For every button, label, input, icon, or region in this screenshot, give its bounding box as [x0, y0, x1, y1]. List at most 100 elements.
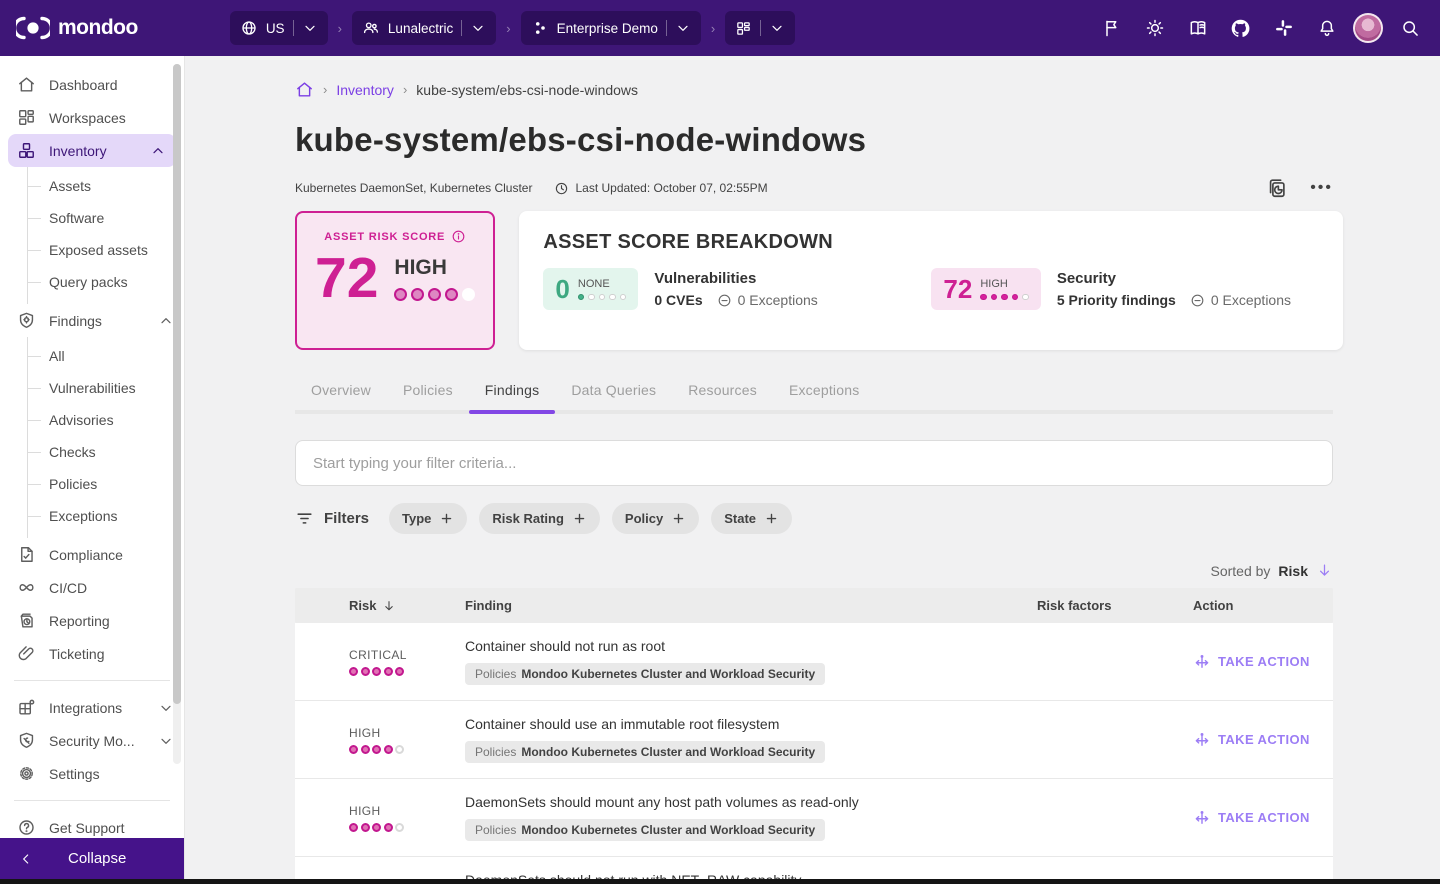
finding-row[interactable]: HIGHDaemonSets should not run with NET_R…	[295, 857, 1333, 879]
bell-icon	[1317, 18, 1337, 38]
user-avatar[interactable]	[1353, 13, 1383, 43]
search-icon	[1400, 18, 1420, 38]
finding-row[interactable]: HIGH Container should use an immutable ro…	[295, 701, 1333, 779]
sidebar-collapse-button[interactable]: Collapse	[0, 838, 184, 879]
take-action-label: TAKE ACTION	[1218, 732, 1310, 747]
policy-chip-name: Mondoo Kubernetes Cluster and Workload S…	[521, 823, 816, 837]
sidebar-item-inventory[interactable]: Inventory	[8, 134, 176, 167]
breakdown-item-vulnerabilities: 0 NONE Vulnerabilities 0 CVEs 0 Exceptions	[543, 268, 931, 310]
risk-dots	[980, 293, 1029, 301]
take-action-button[interactable]: TAKE ACTION	[1193, 809, 1333, 827]
sidebar-item-integrations[interactable]: Integrations	[0, 691, 184, 724]
navbar-actions	[1095, 12, 1440, 45]
tab-findings[interactable]: Findings	[468, 372, 556, 414]
finding-title: Container should not run as root	[465, 638, 666, 654]
sidebar-subitem-label: Checks	[49, 444, 96, 460]
cicd-icon	[17, 578, 36, 597]
take-action-button[interactable]: TAKE ACTION	[1193, 653, 1333, 671]
sidebar-scrollbar[interactable]	[173, 64, 181, 764]
sidebar-subitem-vulnerabilities[interactable]: Vulnerabilities	[28, 372, 184, 404]
report-copy-icon[interactable]	[1266, 177, 1288, 199]
sidebar-subitem-label: Policies	[49, 476, 98, 492]
tab-overview[interactable]: Overview	[295, 372, 387, 410]
risk-rating: HIGH	[394, 256, 447, 279]
take-action-button[interactable]: TAKE ACTION	[1193, 731, 1333, 749]
sidebar-item-findings[interactable]: Findings	[0, 304, 184, 337]
mondoo-logo[interactable]: mondoo	[16, 15, 138, 41]
sidebar-scrollbar-thumb[interactable]	[173, 64, 181, 704]
finding-row[interactable]: CRITICAL Container should not run as root…	[295, 623, 1333, 701]
risk-cell: CRITICAL	[349, 648, 465, 676]
tab-data-queries[interactable]: Data Queries	[555, 372, 672, 410]
sidebar-subitem-label: Exceptions	[49, 508, 118, 524]
bell-button[interactable]	[1310, 12, 1343, 45]
last-updated: Last Updated: October 07, 02:55PM	[575, 181, 768, 195]
github-button[interactable]	[1224, 12, 1257, 45]
policy-chip: Policies Mondoo Kubernetes Cluster and Wo…	[465, 663, 826, 685]
flag-icon	[1102, 18, 1122, 38]
col-action: Action	[1193, 598, 1234, 613]
scope-selector-lunalectric[interactable]: Lunalectric	[351, 11, 497, 45]
sort-direction-icon[interactable]	[1316, 562, 1333, 579]
scope-selector-us[interactable]: US	[229, 11, 328, 45]
take-action-label: TAKE ACTION	[1218, 810, 1310, 825]
column-sort-icon[interactable]	[382, 599, 396, 613]
flag-button[interactable]	[1095, 12, 1128, 45]
info-icon[interactable]	[451, 229, 466, 244]
filter-chip-state[interactable]: State	[711, 503, 793, 534]
col-risk[interactable]: Risk	[349, 598, 376, 613]
plus-icon	[671, 511, 686, 526]
filter-criteria-input[interactable]	[295, 440, 1333, 486]
reporting-icon	[17, 611, 36, 630]
tab-policies[interactable]: Policies	[387, 372, 469, 410]
breadcrumb-link-inventory[interactable]: Inventory	[336, 82, 394, 98]
sidebar-item-compliance[interactable]: Compliance	[0, 538, 184, 571]
scope-selector-asset[interactable]	[725, 11, 796, 45]
policy-chip-name: Mondoo Kubernetes Cluster and Workload S…	[521, 667, 816, 681]
sidebar-item-ticketing[interactable]: Ticketing	[0, 637, 184, 670]
scope-label: US	[265, 20, 285, 36]
sidebar-subitem-all[interactable]: All	[28, 340, 184, 372]
sidebar-subitem-assets[interactable]: Assets	[28, 170, 184, 202]
take-action-label: TAKE ACTION	[1218, 654, 1310, 669]
scope-label: Enterprise Demo	[556, 20, 658, 36]
chevron-down-icon	[769, 20, 785, 36]
more-menu-button[interactable]: •••	[1310, 180, 1333, 196]
risk-rating-label: HIGH	[349, 725, 381, 740]
sidebar-subitem-query-packs[interactable]: Query packs	[28, 266, 184, 298]
sidebar-item-security-mo[interactable]: Security Mo...	[0, 724, 184, 757]
slack-button[interactable]	[1267, 12, 1300, 45]
plus-icon	[764, 511, 779, 526]
sidebar-item-ci-cd[interactable]: CI/CD	[0, 571, 184, 604]
finding-row[interactable]: HIGH DaemonSets should mount any host pat…	[295, 779, 1333, 857]
sidebar-subitem-checks[interactable]: Checks	[28, 436, 184, 468]
home-icon[interactable]	[295, 80, 314, 99]
sorted-by-label: Sorted by	[1210, 562, 1271, 579]
filter-chip-risk-rating[interactable]: Risk Rating	[479, 503, 600, 534]
sidebar-subitem-software[interactable]: Software	[28, 202, 184, 234]
clock-icon	[554, 181, 569, 196]
take-action-icon	[1193, 731, 1211, 749]
sidebar-item-settings[interactable]: Settings	[0, 757, 184, 790]
sidebar-item-reporting[interactable]: Reporting	[0, 604, 184, 637]
sidebar-subitem-policies[interactable]: Policies	[28, 468, 184, 500]
plus-icon	[572, 511, 587, 526]
book-button[interactable]	[1181, 12, 1214, 45]
search-button[interactable]	[1393, 12, 1426, 45]
sidebar-subitems: Assets Software Exposed assets Query packs	[27, 167, 184, 304]
sidebar-subitem-exposed-assets[interactable]: Exposed assets	[28, 234, 184, 266]
filter-chip-policy[interactable]: Policy	[611, 503, 700, 534]
sidebar-item-workspaces[interactable]: Workspaces	[0, 101, 184, 134]
scope-selector-enterprise-demo[interactable]: Enterprise Demo	[520, 11, 701, 45]
sort-field[interactable]: Risk	[1278, 563, 1308, 579]
sun-button[interactable]	[1138, 12, 1171, 45]
filter-chip-type[interactable]: Type	[389, 503, 468, 534]
home-icon	[17, 75, 36, 94]
minus-circle-icon	[1190, 293, 1205, 308]
scope-separator: ›	[506, 20, 511, 36]
sidebar-subitem-exceptions[interactable]: Exceptions	[28, 500, 184, 532]
tab-resources[interactable]: Resources	[672, 372, 773, 410]
sidebar-item-dashboard[interactable]: Dashboard	[0, 68, 184, 101]
tab-exceptions[interactable]: Exceptions	[773, 372, 875, 410]
sidebar-subitem-advisories[interactable]: Advisories	[28, 404, 184, 436]
